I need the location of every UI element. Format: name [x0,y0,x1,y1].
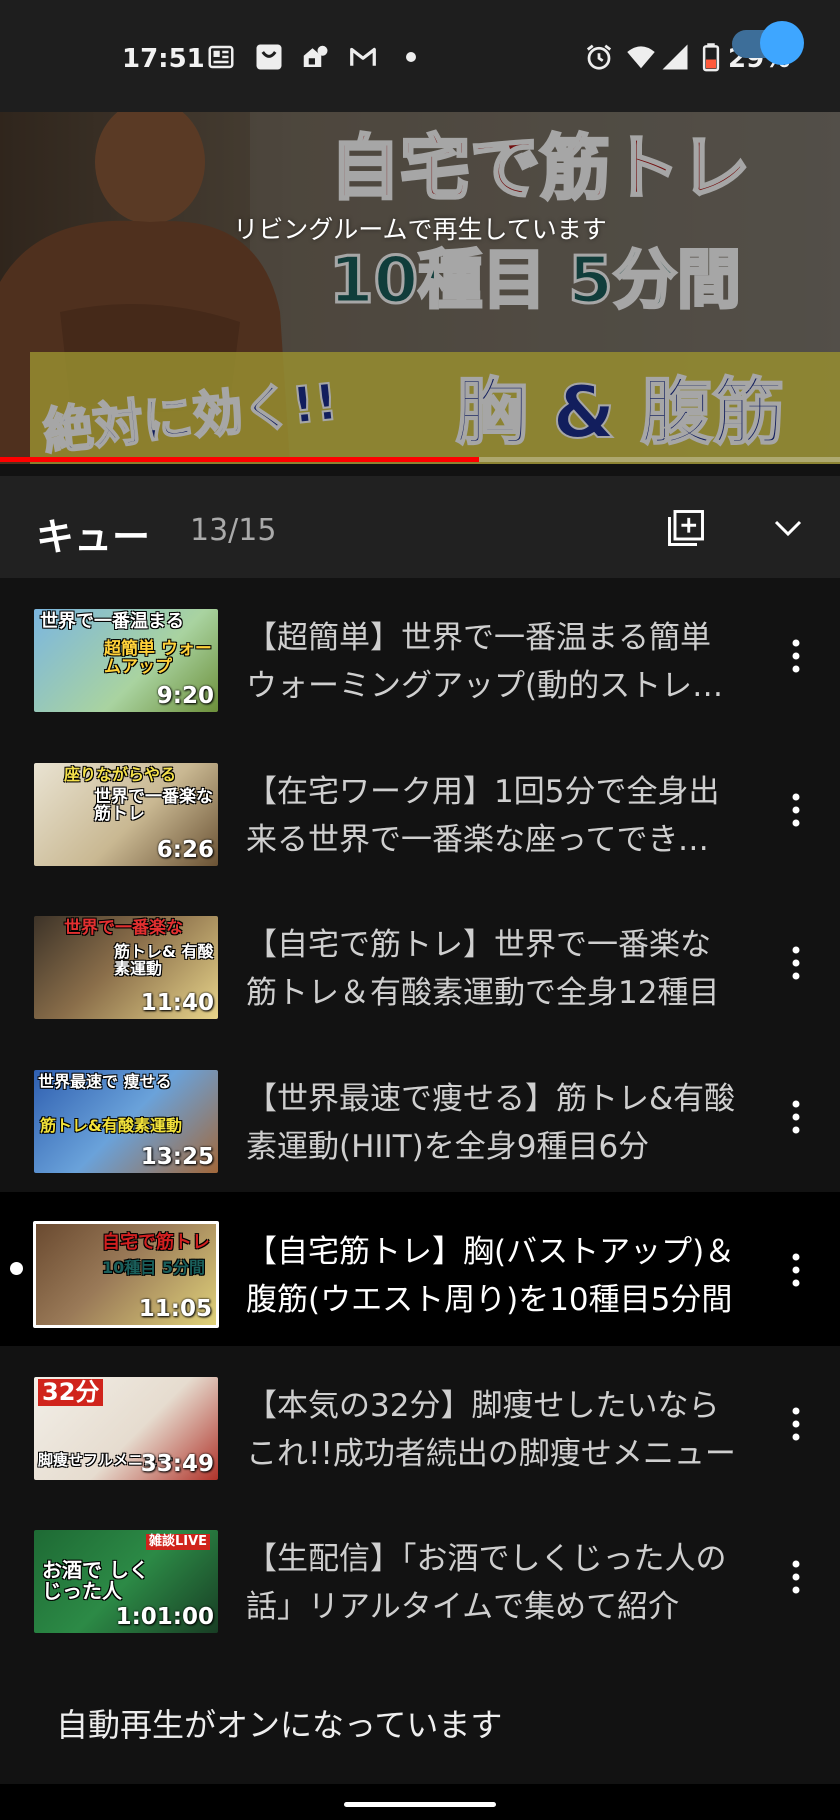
more-vert-icon [792,793,800,826]
system-nav-bar [0,1784,840,1820]
queue-count: 13/15 [190,513,277,548]
news-icon [206,42,236,72]
more-options-button[interactable] [774,1547,818,1607]
alarm-icon [584,42,614,72]
home-app-icon [300,42,330,72]
casting-status: リビングルームで再生しています [233,215,607,244]
autoplay-label: 自動再生がオンになっています [56,1706,503,1744]
duration-label: 6:26 [156,836,214,863]
autoplay-row: 自動再生がオンになっています [0,1676,840,1766]
more-options-button[interactable] [774,626,818,686]
collapse-queue-button[interactable] [760,500,816,556]
duration-label: 11:05 [138,1296,212,1322]
queue-item[interactable]: 世界で一番楽な 筋トレ& 有酸素運動 11:40 【自宅で筋トレ】世界で一番楽な… [0,885,840,1039]
queue-item[interactable]: お酒で しくじった人 雑談LIVE 1:01:00 【生配信】「お酒でしくじった… [0,1499,840,1653]
video-thumbnail: お酒で しくじった人 雑談LIVE 1:01:00 [34,1530,218,1633]
signal-icon [660,42,690,72]
queue-item[interactable]: 32分 脚痩せフルメニュー 33:49 【本気の32分】脚痩せしたいならこれ!!… [0,1345,840,1499]
video-title: 【世界最速で痩せる】筋トレ&有酸素運動(HIIT)を全身9種目6分 [246,1080,736,1165]
video-thumbnail: 32分 脚痩せフルメニュー 33:49 [34,1376,218,1480]
queue-header: キュー 13/15 [0,476,840,578]
more-vert-icon [792,946,800,980]
more-vert-icon [792,1407,800,1440]
duration-label: 11:40 [140,990,214,1016]
video-title: 【生配信】「お酒でしくじった人の話」リアルタイムで集めて紹介 [246,1541,727,1625]
shopping-bag-icon [254,42,284,72]
video-title: 【自宅で筋トレ】世界で一番楽な筋トレ＆有酸素運動で全身12種目 [246,927,720,1011]
queue-item[interactable]: 世界で一番温まる 超簡単 ウォームアップ 9:20 【超簡単】世界で一番温まる簡… [0,578,840,732]
more-vert-icon [792,1100,800,1133]
status-bar: 17:51 29% [0,0,840,112]
more-vert-icon [792,1560,800,1594]
video-title: 【本気の32分】脚痩せしたいならこれ!!成功者続出の脚痩せメニュー [246,1387,736,1472]
video-thumbnail: 自宅で筋トレ 10種目 5分間 11:05 [33,1221,219,1328]
video-title: 【在宅ワーク用】1回5分で全身出来る世界で一番楽な座ってできる筋トレ [246,773,720,858]
video-title: 【自宅筋トレ】胸(バストアップ)＆腹筋(ウエスト周り)を10種目5分間 [246,1234,736,1318]
battery-icon [700,42,722,72]
video-player[interactable]: 自宅で筋トレ 10種目 5分間 絶対に効く!! 胸 & 腹筋 [0,112,840,464]
more-options-button[interactable] [774,1240,818,1300]
more-vert-icon [792,1253,800,1287]
add-to-playlist-icon [668,510,704,546]
more-vert-icon [792,639,800,673]
duration-label: 13:25 [140,1143,214,1170]
queue-title: キュー [36,515,151,559]
video-thumbnail: 世界で一番楽な 筋トレ& 有酸素運動 11:40 [34,916,218,1019]
wifi-icon [626,42,656,72]
duration-label: 9:20 [156,683,214,709]
queue-item-now-playing[interactable]: 自宅で筋トレ 10種目 5分間 11:05 【自宅筋トレ】胸(バストアップ)＆腹… [0,1192,840,1346]
home-indicator[interactable] [344,1802,496,1807]
more-options-button[interactable] [774,1087,818,1147]
more-options-button[interactable] [774,933,818,993]
progress-fill [0,457,479,462]
video-thumbnail: 座りながらやる 世界で一番楽な 筋トレ 6:26 [34,762,218,866]
more-options-button[interactable] [774,780,818,840]
queue-item[interactable]: 座りながらやる 世界で一番楽な 筋トレ 6:26 【在宅ワーク用】1回5分で全身… [0,731,840,885]
queue-item[interactable]: 世界最速で 痩せる 筋トレ&有酸素運動 13:25 【世界最速で痩せる】筋トレ&… [0,1038,840,1192]
chevron-down-icon [774,520,802,537]
duration-label: 33:49 [140,1450,214,1477]
video-thumbnail: 自宅で筋トレ 10種目 5分間 絶対に効く!! 胸 & 腹筋 [0,112,840,464]
more-options-button[interactable] [774,1394,818,1454]
gmail-icon [348,42,378,72]
save-to-playlist-button[interactable] [658,500,714,556]
video-thumbnail: 世界最速で 痩せる 筋トレ&有酸素運動 13:25 [34,1069,218,1173]
video-title: 【超簡単】世界で一番温まる簡単ウォーミングアップ(動的ストレッチ) [246,620,724,704]
now-playing-indicator [10,1262,23,1275]
notification-dot-icon [396,42,426,72]
duration-label: 1:01:00 [115,1604,214,1630]
status-time: 17:51 [122,44,205,74]
video-thumbnail: 世界で一番温まる 超簡単 ウォームアップ 9:20 [34,609,218,712]
queue-list: 世界で一番温まる 超簡単 ウォームアップ 9:20 【超簡単】世界で一番温まる簡… [0,578,840,1653]
autoplay-toggle-knob[interactable] [760,21,804,65]
